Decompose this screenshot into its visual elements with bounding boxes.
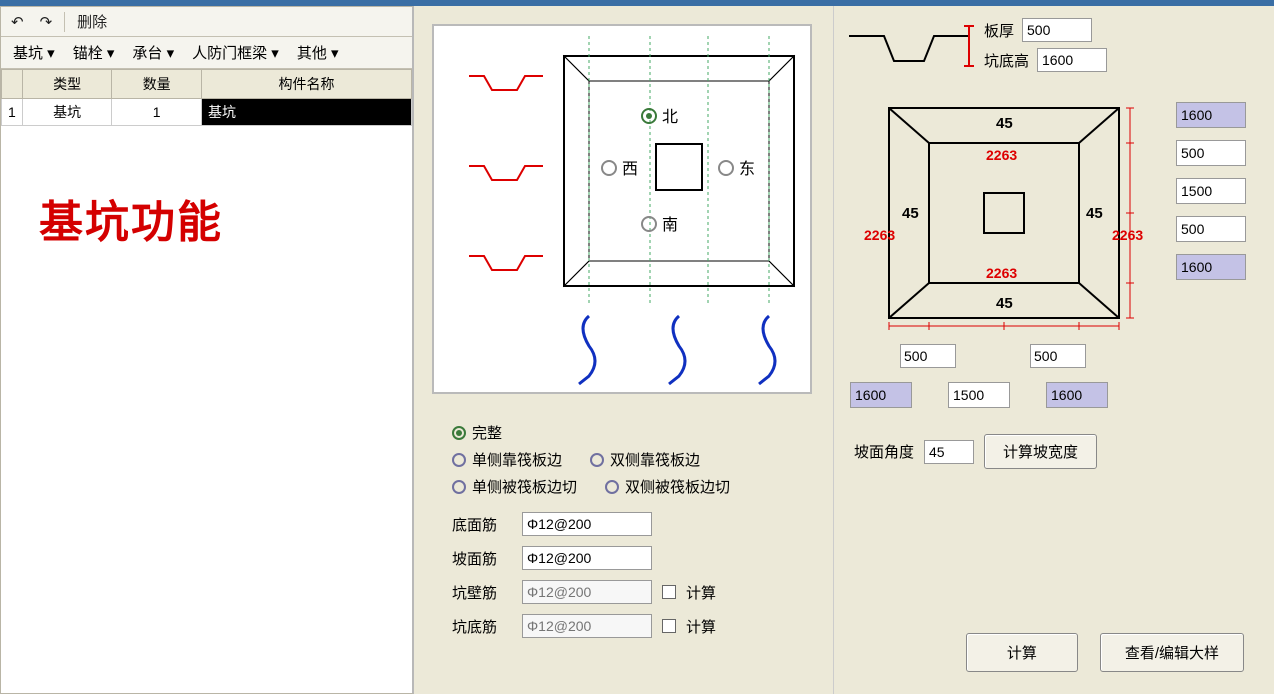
dimension-diagram: 45 45 45 45 2263 2263 2263 2263 [864,98,1144,358]
radio-complete[interactable]: 完整 [452,422,502,443]
wall-rebar-label: 坑壁筋 [452,582,512,603]
grid-header-type[interactable]: 类型 [22,70,112,99]
dim-right-4[interactable] [1176,216,1246,242]
grid-header-name[interactable]: 构件名称 [202,70,412,99]
slope-rebar-input[interactable] [522,546,652,570]
slope-angle-input[interactable] [924,440,974,464]
dim-right-2[interactable] [1176,140,1246,166]
menu-anchor[interactable]: 锚栓 ▾ [65,39,123,66]
menu-other[interactable]: 其他 ▾ [289,39,347,66]
dim-bottom-1[interactable] [850,382,912,408]
pit-depth-input[interactable] [1037,48,1107,72]
toolbar-separator [64,12,65,32]
wall-rebar-input[interactable] [522,580,652,604]
table-row[interactable]: 1 基坑 1 基坑 [2,99,412,126]
base-rebar-label: 坑底筋 [452,616,512,637]
calculate-button[interactable]: 计算 [966,633,1078,672]
radio-complete-label: 完整 [472,422,502,443]
slab-thickness-input[interactable] [1022,18,1092,42]
dim-inner-1[interactable] [900,344,956,368]
component-grid[interactable]: 类型 数量 构件名称 1 基坑 1 基坑 [1,69,412,126]
grid-corner [2,70,23,99]
base-rebar-input[interactable] [522,614,652,638]
bottom-rebar-input[interactable] [522,512,652,536]
page-title: 基坑功能 [1,126,412,250]
wall-rebar-checkbox[interactable] [662,585,676,599]
row-count: 1 [112,99,202,126]
radio-double-cut[interactable]: 双侧被筏板边切 [605,476,730,497]
slope-angle-label: 坡面角度 [854,441,914,462]
slab-thickness-label: 板厚 [984,20,1014,41]
radio-single-cut[interactable]: 单侧被筏板边切 [452,476,577,497]
radio-single-edge[interactable]: 单侧靠筏板边 [452,449,562,470]
radio-single-edge-label: 单侧靠筏板边 [472,449,562,470]
dim-left: 2263 [864,227,895,243]
row-type: 基坑 [22,99,112,126]
radio-double-edge-label: 双侧靠筏板边 [610,449,700,470]
radio-single-cut-label: 单侧被筏板边切 [472,476,577,497]
row-index: 1 [2,99,23,126]
radio-double-edge[interactable]: 双侧靠筏板边 [590,449,700,470]
dir-south-label: 南 [662,216,678,234]
grid-header-count[interactable]: 数量 [112,70,202,99]
dim-right-3[interactable] [1176,178,1246,204]
angle-right: 45 [1086,205,1103,222]
bottom-rebar-label: 底面筋 [452,514,512,535]
delete-button[interactable]: 删除 [71,9,113,34]
forward-button[interactable]: ↷ [34,11,59,33]
dir-north-label: 北 [662,108,678,126]
dim-right: 2263 [1112,227,1143,243]
base-rebar-checkbox[interactable] [662,619,676,633]
base-rebar-calc-label: 计算 [686,616,716,637]
menu-cap[interactable]: 承台 ▾ [124,39,182,66]
menu-frame[interactable]: 人防门框梁 ▾ [184,39,287,66]
section-icon [844,18,974,78]
pit-depth-label: 坑底高 [984,50,1029,71]
dim-bottom-2[interactable] [948,382,1010,408]
dir-west-label: 西 [622,161,638,178]
angle-top: 45 [996,115,1013,132]
view-edit-detail-button[interactable]: 查看/编辑大样 [1100,633,1244,672]
calc-slope-width-button[interactable]: 计算坡宽度 [984,434,1097,469]
angle-bottom: 45 [996,295,1013,312]
dir-east-label: 东 [739,160,755,178]
menu-pit[interactable]: 基坑 ▾ [5,39,63,66]
dim-bottom-3[interactable] [1046,382,1108,408]
wall-rebar-calc-label: 计算 [686,582,716,603]
angle-left: 45 [902,205,919,222]
back-button[interactable]: ↶ [5,11,30,33]
dim-right-1[interactable] [1176,102,1246,128]
dim-top: 2263 [986,147,1017,163]
dim-right-5[interactable] [1176,254,1246,280]
row-name[interactable]: 基坑 [202,99,412,126]
plan-diagram: 北 西 东 南 [432,24,812,394]
slope-rebar-label: 坡面筋 [452,548,512,569]
dim-bottom: 2263 [986,265,1017,281]
radio-double-cut-label: 双侧被筏板边切 [625,476,730,497]
dim-inner-2[interactable] [1030,344,1086,368]
